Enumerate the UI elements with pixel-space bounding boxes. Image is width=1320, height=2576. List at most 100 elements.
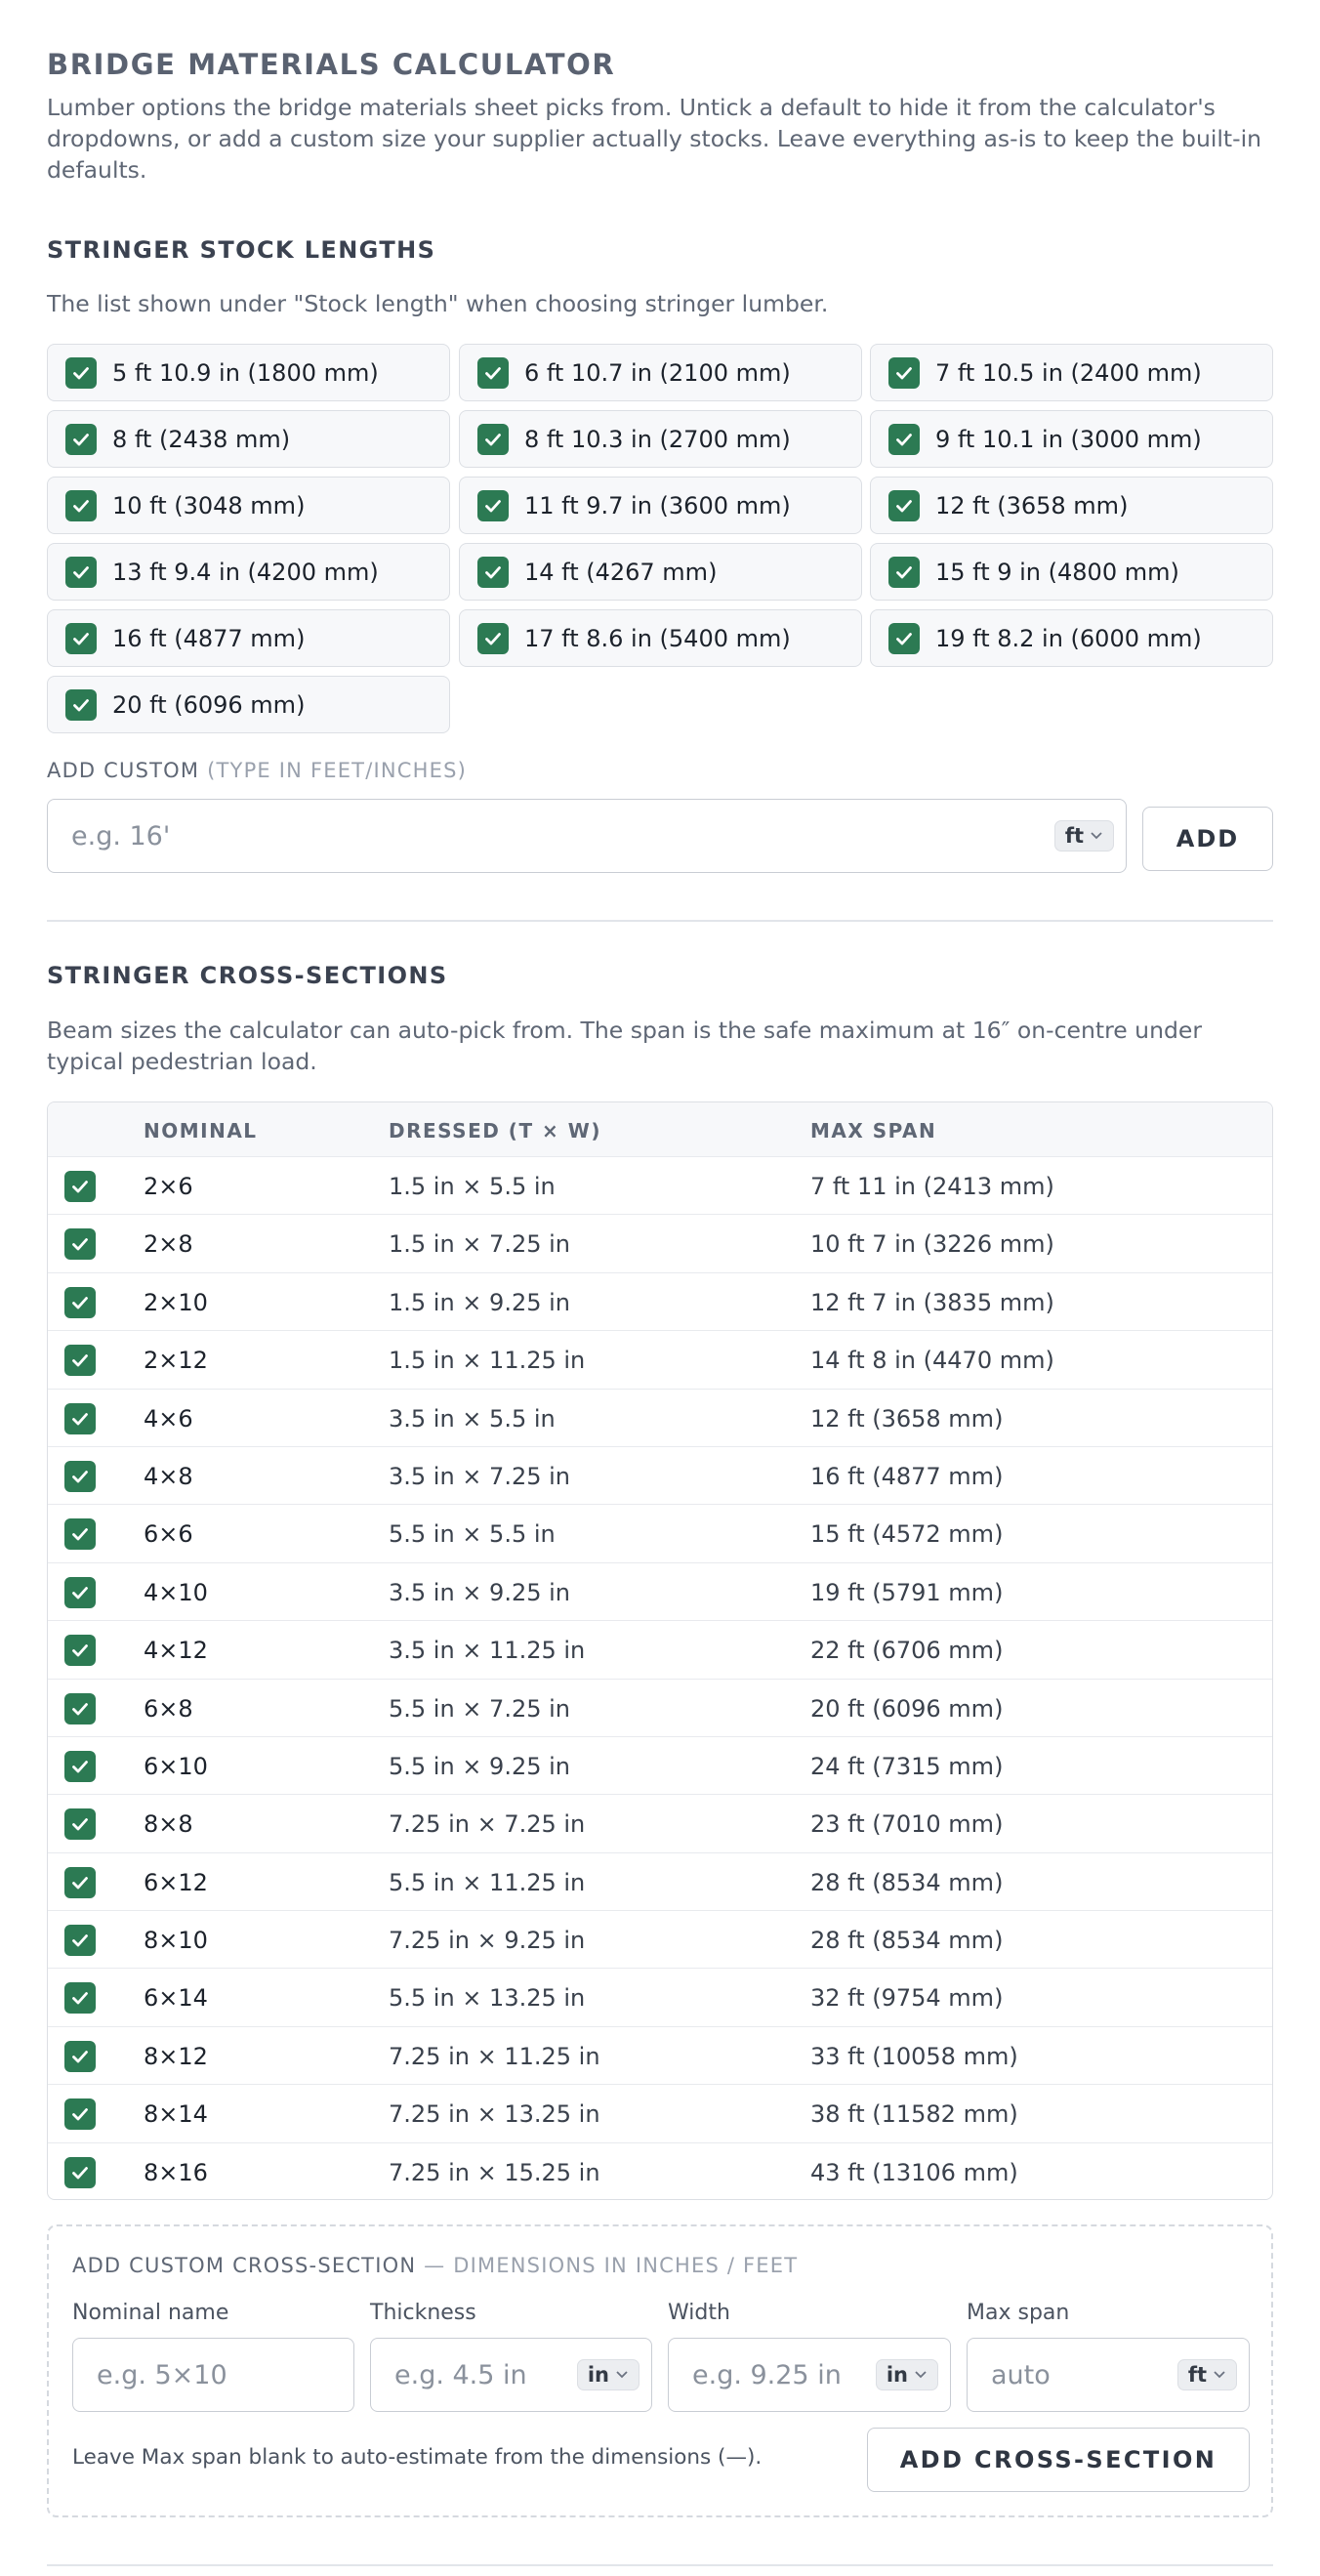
stock-length-option[interactable]: 12 ft (3658 mm)	[870, 477, 1273, 534]
stock-length-option[interactable]: 8 ft 10.3 in (2700 mm)	[459, 410, 862, 468]
cross-section-checkbox[interactable]	[64, 1345, 96, 1377]
max-span-unit-select[interactable]: ft	[1176, 2359, 1237, 2390]
checkmark-icon	[72, 1412, 88, 1425]
stock-length-option[interactable]: 11 ft 9.7 in (3600 mm)	[459, 477, 862, 534]
nominal-name-input[interactable]	[73, 2359, 353, 2390]
dressed-cell: 3.5 in × 9.25 in	[389, 1578, 570, 1606]
table-row: 4×12 3.5 in × 11.25 in 22 ft (6706 mm)	[48, 1621, 1272, 1680]
max-span-cell: 28 ft (8534 mm)	[810, 1927, 1004, 1955]
cross-section-checkbox[interactable]	[64, 1460, 96, 1492]
stock-length-checkbox[interactable]	[477, 556, 509, 588]
cross-sections-title: STRINGER CROSS-SECTIONS	[47, 962, 448, 989]
stock-length-option[interactable]: 19 ft 8.2 in (6000 mm)	[870, 609, 1273, 667]
checkmark-icon	[72, 1761, 88, 1773]
stock-length-checkbox[interactable]	[65, 556, 97, 588]
stock-length-option[interactable]: 10 ft (3048 mm)	[47, 477, 450, 534]
thickness-unit-select[interactable]: in	[576, 2359, 639, 2390]
cross-section-checkbox[interactable]	[64, 1808, 96, 1841]
stock-length-checkbox[interactable]	[65, 423, 97, 455]
stock-length-checkbox[interactable]	[65, 489, 97, 521]
stock-length-option[interactable]: 5 ft 10.9 in (1800 mm)	[47, 344, 450, 401]
width-unit-select[interactable]: in	[875, 2359, 938, 2390]
table-row: 2×8 1.5 in × 7.25 in 10 ft 7 in (3226 mm)	[48, 1215, 1272, 1273]
stock-length-option[interactable]: 20 ft (6096 mm)	[47, 676, 450, 733]
stock-length-option[interactable]: 13 ft 9.4 in (4200 mm)	[47, 543, 450, 601]
checkmark-icon	[72, 1934, 88, 1947]
cross-section-checkbox[interactable]	[64, 2040, 96, 2072]
nominal-name-field[interactable]	[72, 2338, 354, 2412]
stock-length-checkbox[interactable]	[477, 423, 509, 455]
custom-length-input[interactable]	[48, 820, 1054, 852]
checkmark-icon	[72, 1702, 88, 1715]
stock-length-checkbox[interactable]	[65, 356, 97, 389]
cross-section-checkbox[interactable]	[64, 1576, 96, 1608]
checkmark-icon	[73, 698, 89, 711]
cross-section-checkbox[interactable]	[64, 2156, 96, 2188]
stock-length-label: 17 ft 8.6 in (5400 mm)	[524, 624, 791, 652]
checkmark-icon	[73, 565, 89, 578]
cross-section-checkbox[interactable]	[64, 1402, 96, 1434]
cross-section-checkbox[interactable]	[64, 1925, 96, 1957]
nominal-cell: 8×10	[144, 1927, 208, 1955]
nominal-cell: 8×12	[144, 2042, 208, 2070]
add-length-button[interactable]: ADD	[1142, 807, 1273, 871]
cross-sections-description: Beam sizes the calculator can auto-pick …	[47, 1017, 1203, 1075]
stock-length-option[interactable]: 15 ft 9 in (4800 mm)	[870, 543, 1273, 601]
cross-section-checkbox[interactable]	[64, 1286, 96, 1318]
add-cross-section-button[interactable]: ADD CROSS-SECTION	[867, 2428, 1250, 2492]
stock-length-option[interactable]: 8 ft (2438 mm)	[47, 410, 450, 468]
max-span-field[interactable]: ft	[967, 2338, 1250, 2412]
checkmark-icon	[72, 1528, 88, 1541]
custom-length-field[interactable]: ft	[47, 799, 1127, 873]
stock-length-label: 12 ft (3658 mm)	[935, 491, 1129, 519]
nominal-cell: 6×10	[144, 1752, 208, 1780]
stock-length-option[interactable]: 7 ft 10.5 in (2400 mm)	[870, 344, 1273, 401]
max-span-input[interactable]	[968, 2359, 1177, 2390]
cross-section-checkbox[interactable]	[64, 1228, 96, 1261]
stock-length-checkbox[interactable]	[888, 423, 920, 455]
thickness-input[interactable]	[371, 2359, 577, 2390]
stock-length-checkbox[interactable]	[65, 688, 97, 721]
cross-section-checkbox[interactable]	[64, 1866, 96, 1898]
checkmark-icon	[73, 499, 89, 512]
stock-length-option[interactable]: 14 ft (4267 mm)	[459, 543, 862, 601]
width-input[interactable]	[669, 2359, 876, 2390]
stock-length-checkbox[interactable]	[888, 556, 920, 588]
stock-length-checkbox[interactable]	[65, 622, 97, 654]
cross-section-checkbox[interactable]	[64, 2098, 96, 2131]
stock-length-label: 8 ft 10.3 in (2700 mm)	[524, 425, 791, 453]
length-unit-select[interactable]: ft	[1053, 820, 1114, 852]
thickness-field[interactable]: in	[370, 2338, 652, 2412]
cross-section-checkbox[interactable]	[64, 1982, 96, 2015]
dressed-cell: 3.5 in × 7.25 in	[389, 1462, 570, 1490]
cross-section-checkbox[interactable]	[64, 1692, 96, 1724]
stock-length-checkbox[interactable]	[888, 489, 920, 521]
stock-length-option[interactable]: 17 ft 8.6 in (5400 mm)	[459, 609, 862, 667]
checkmark-icon	[72, 1354, 88, 1367]
stock-length-option[interactable]: 16 ft (4877 mm)	[47, 609, 450, 667]
stock-length-option[interactable]: 9 ft 10.1 in (3000 mm)	[870, 410, 1273, 468]
stock-length-checkbox[interactable]	[888, 622, 920, 654]
stock-length-checkbox[interactable]	[477, 489, 509, 521]
checkmark-icon	[73, 433, 89, 445]
table-row: 4×10 3.5 in × 9.25 in 19 ft (5791 mm)	[48, 1563, 1272, 1622]
cross-section-checkbox[interactable]	[64, 1518, 96, 1551]
cross-section-checkbox[interactable]	[64, 1635, 96, 1667]
checkmark-icon	[485, 565, 501, 578]
stock-length-option[interactable]: 6 ft 10.7 in (2100 mm)	[459, 344, 862, 401]
width-field[interactable]: in	[668, 2338, 951, 2412]
stock-length-checkbox[interactable]	[477, 356, 509, 389]
max-span-cell: 38 ft (11582 mm)	[810, 2100, 1018, 2129]
stock-length-checkbox[interactable]	[477, 622, 509, 654]
max-span-cell: 12 ft (3658 mm)	[810, 1404, 1004, 1433]
stock-length-checkbox[interactable]	[888, 356, 920, 389]
cross-section-checkbox[interactable]	[64, 1171, 96, 1202]
dressed-cell: 5.5 in × 11.25 in	[389, 1868, 586, 1896]
nominal-cell: 6×14	[144, 1984, 208, 2013]
width-label: Width	[668, 2301, 730, 2325]
max-span-cell: 15 ft (4572 mm)	[810, 1520, 1004, 1549]
max-span-cell: 14 ft 8 in (4470 mm)	[810, 1347, 1054, 1375]
checkmark-icon	[896, 499, 912, 512]
width-unit-value: in	[886, 2363, 908, 2387]
cross-section-checkbox[interactable]	[64, 1750, 96, 1782]
